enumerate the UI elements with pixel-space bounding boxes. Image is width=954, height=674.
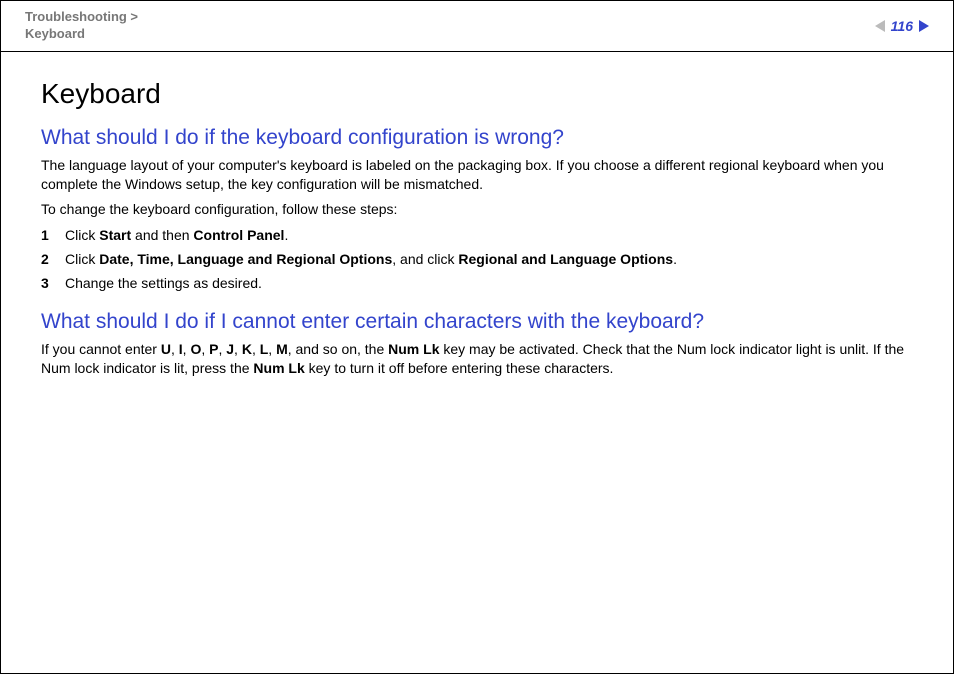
breadcrumb-parent: Troubleshooting >	[25, 9, 138, 24]
page-navigation: 116	[875, 18, 929, 34]
section-heading-characters: What should I do if I cannot enter certa…	[41, 310, 913, 334]
breadcrumb-current: Keyboard	[25, 26, 85, 41]
section-heading-config: What should I do if the keyboard configu…	[41, 126, 913, 150]
steps-list: Click Start and then Control Panel. Clic…	[41, 224, 913, 295]
breadcrumb: Troubleshooting > Keyboard	[25, 9, 138, 43]
page-prev-icon[interactable]	[875, 20, 885, 32]
step-item: Change the settings as desired.	[41, 272, 913, 296]
body-text: To change the keyboard configuration, fo…	[41, 200, 913, 219]
page-header: Troubleshooting > Keyboard 116	[1, 1, 953, 52]
page-next-icon[interactable]	[919, 20, 929, 32]
body-text: The language layout of your computer's k…	[41, 156, 913, 194]
step-item: Click Start and then Control Panel.	[41, 224, 913, 248]
page-title: Keyboard	[41, 78, 913, 110]
page-number: 116	[891, 18, 913, 34]
body-text: If you cannot enter U, I, O, P, J, K, L,…	[41, 340, 913, 378]
page-content: Keyboard What should I do if the keyboar…	[1, 52, 953, 400]
step-item: Click Date, Time, Language and Regional …	[41, 248, 913, 272]
